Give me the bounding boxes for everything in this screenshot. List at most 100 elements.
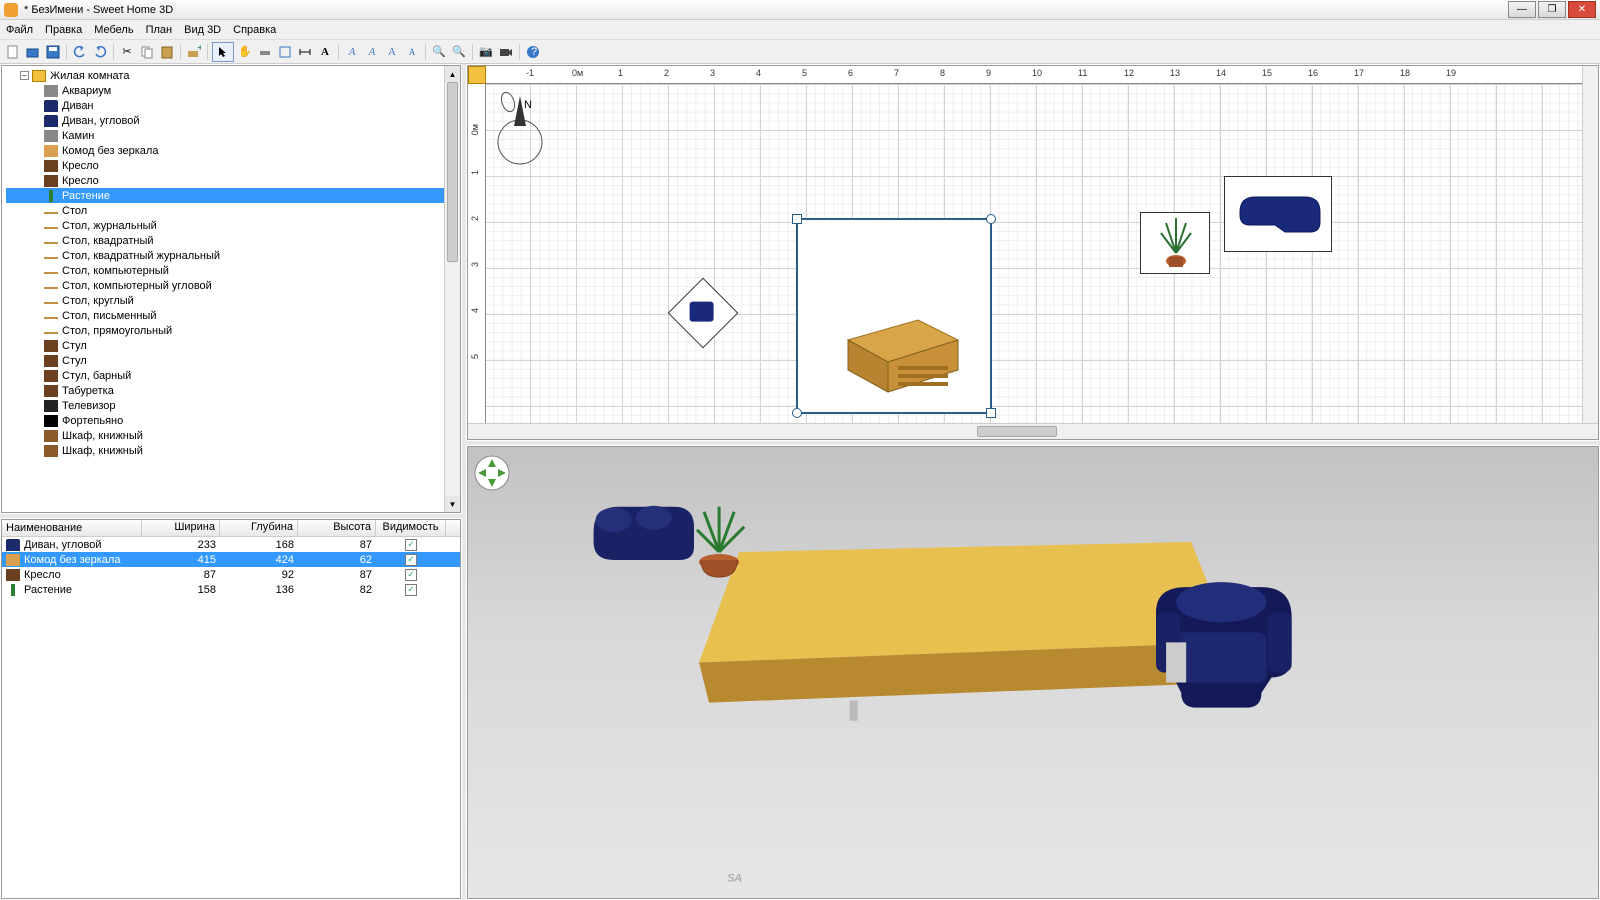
- new-file-button[interactable]: [4, 43, 22, 61]
- resize-handle-se[interactable]: [986, 408, 996, 418]
- tree-item[interactable]: Стол, круглый: [6, 293, 456, 308]
- resize-handle-nw[interactable]: [792, 214, 802, 224]
- zoom-out-button[interactable]: 🔍: [450, 43, 468, 61]
- table-row[interactable]: Диван, угловой23316887✓: [2, 537, 460, 552]
- menu-edit[interactable]: Правка: [45, 24, 82, 36]
- tree-item[interactable]: Стол, квадратный журнальный: [6, 248, 456, 263]
- text-size-up-button[interactable]: A: [383, 43, 401, 61]
- visibility-checkbox[interactable]: ✓: [405, 539, 417, 551]
- visibility-checkbox[interactable]: ✓: [405, 584, 417, 596]
- minimize-button[interactable]: —: [1508, 1, 1536, 18]
- select-tool-button[interactable]: [214, 43, 232, 61]
- menu-plan[interactable]: План: [146, 24, 173, 36]
- text-bold-button[interactable]: A: [343, 43, 361, 61]
- dimension-tool-button[interactable]: [296, 43, 314, 61]
- tree-item[interactable]: Диван: [6, 98, 456, 113]
- catalog-scrollbar[interactable]: ▲ ▼: [444, 66, 460, 512]
- tree-item[interactable]: Комод без зеркала: [6, 143, 456, 158]
- add-furniture-button[interactable]: +: [185, 43, 203, 61]
- plan-horizontal-scrollbar[interactable]: [468, 423, 1598, 439]
- menu-view3d[interactable]: Вид 3D: [184, 24, 221, 36]
- header-depth[interactable]: Глубина: [220, 520, 298, 536]
- menu-file[interactable]: Файл: [6, 24, 33, 36]
- copy-button[interactable]: [138, 43, 156, 61]
- tree-item[interactable]: Стул: [6, 338, 456, 353]
- furniture-icon: [44, 415, 58, 427]
- menu-furniture[interactable]: Мебель: [94, 24, 133, 36]
- pan-tool-button[interactable]: ✋: [236, 43, 254, 61]
- header-width[interactable]: Ширина: [142, 520, 220, 536]
- scroll-up-icon[interactable]: ▲: [445, 66, 460, 82]
- paste-button[interactable]: [158, 43, 176, 61]
- horizontal-splitter[interactable]: [0, 514, 462, 518]
- text-size-down-button[interactable]: A: [403, 43, 421, 61]
- save-button[interactable]: [44, 43, 62, 61]
- tree-item[interactable]: Растение: [6, 188, 456, 203]
- plan-canvas[interactable]: N: [486, 84, 1582, 423]
- scroll-thumb[interactable]: [977, 426, 1057, 437]
- view-3d[interactable]: SA: [467, 446, 1599, 899]
- redo-button[interactable]: [91, 43, 109, 61]
- camera-button[interactable]: 📷: [477, 43, 495, 61]
- room-tool-button[interactable]: [276, 43, 294, 61]
- header-name[interactable]: Наименование: [2, 520, 142, 536]
- tree-item[interactable]: Табуретка: [6, 383, 456, 398]
- tree-item-label: Растение: [62, 190, 110, 202]
- plan-vertical-scrollbar[interactable]: [1582, 66, 1598, 423]
- wall-tool-button[interactable]: [256, 43, 274, 61]
- tree-item[interactable]: Стол, письменный: [6, 308, 456, 323]
- furniture-catalog-tree[interactable]: – Жилая комната АквариумДиванДиван, угло…: [1, 65, 461, 513]
- tree-category[interactable]: – Жилая комната: [6, 68, 456, 83]
- text-italic-button[interactable]: A: [363, 43, 381, 61]
- plan-object-corner-sofa[interactable]: [1224, 176, 1332, 252]
- table-row[interactable]: Кресло879287✓: [2, 567, 460, 582]
- furniture-table[interactable]: Наименование Ширина Глубина Высота Видим…: [1, 519, 461, 899]
- header-visible[interactable]: Видимость: [376, 520, 446, 536]
- header-height[interactable]: Высота: [298, 520, 376, 536]
- tree-item[interactable]: Кресло: [6, 173, 456, 188]
- maximize-button[interactable]: ❐: [1538, 1, 1566, 18]
- tree-item[interactable]: Шкаф, книжный: [6, 443, 456, 458]
- tree-item[interactable]: Стол, компьютерный: [6, 263, 456, 278]
- undo-button[interactable]: [71, 43, 89, 61]
- horizontal-splitter-right[interactable]: [466, 441, 1600, 445]
- tree-item[interactable]: Стол, компьютерный угловой: [6, 278, 456, 293]
- plan-object-dresser[interactable]: [796, 218, 992, 414]
- table-row[interactable]: Комод без зеркала41542462✓: [2, 552, 460, 567]
- tree-item[interactable]: Кресло: [6, 158, 456, 173]
- zoom-in-button[interactable]: 🔍: [430, 43, 448, 61]
- tree-item[interactable]: Камин: [6, 128, 456, 143]
- tree-item[interactable]: Аквариум: [6, 83, 456, 98]
- help-button[interactable]: ?: [524, 43, 542, 61]
- tree-item[interactable]: Стол: [6, 203, 456, 218]
- tree-item[interactable]: Стул: [6, 353, 456, 368]
- tree-item[interactable]: Стул, барный: [6, 368, 456, 383]
- close-button[interactable]: ✕: [1568, 1, 1596, 18]
- compass-icon[interactable]: N: [494, 88, 546, 168]
- open-file-button[interactable]: [24, 43, 42, 61]
- furniture-icon: [44, 145, 58, 157]
- tree-item[interactable]: Шкаф, книжный: [6, 428, 456, 443]
- tree-item[interactable]: Диван, угловой: [6, 113, 456, 128]
- tree-item[interactable]: Стол, прямоугольный: [6, 323, 456, 338]
- cut-button[interactable]: ✂: [118, 43, 136, 61]
- scroll-thumb[interactable]: [447, 82, 458, 262]
- menu-help[interactable]: Справка: [233, 24, 276, 36]
- toolbar: ✂ + ✋ A A A A A 🔍 🔍 📷 ?: [0, 40, 1600, 64]
- plan-object-plant[interactable]: [1140, 212, 1210, 274]
- table-row[interactable]: Растение15813682✓: [2, 582, 460, 597]
- text-tool-button[interactable]: A: [316, 43, 334, 61]
- tree-item[interactable]: Стол, журнальный: [6, 218, 456, 233]
- tree-item[interactable]: Фортепьяно: [6, 413, 456, 428]
- tree-item[interactable]: Стол, квадратный: [6, 233, 456, 248]
- tree-item[interactable]: Телевизор: [6, 398, 456, 413]
- visibility-checkbox[interactable]: ✓: [405, 554, 417, 566]
- rotate-handle-ne[interactable]: [986, 214, 996, 224]
- scroll-down-icon[interactable]: ▼: [445, 496, 460, 512]
- rotate-handle-sw[interactable]: [792, 408, 802, 418]
- visibility-checkbox[interactable]: ✓: [405, 569, 417, 581]
- collapse-icon[interactable]: –: [20, 71, 29, 80]
- video-button[interactable]: [497, 43, 515, 61]
- plan-2d-view[interactable]: -10м12345678910111213141516171819 0м1234…: [467, 65, 1599, 440]
- nav-3d-control[interactable]: [474, 455, 510, 491]
